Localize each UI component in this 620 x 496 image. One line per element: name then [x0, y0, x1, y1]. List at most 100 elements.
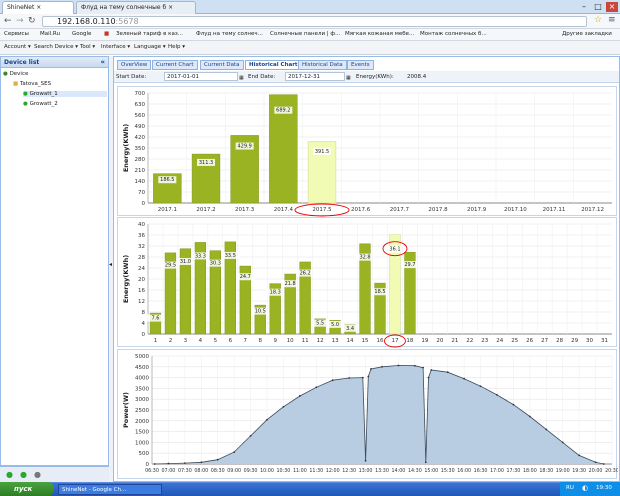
- x-tick-label: 12: [317, 338, 324, 344]
- x-tick-label: 20:30: [605, 468, 618, 474]
- x-tick-label: 24: [496, 338, 503, 344]
- bookmark-services[interactable]: Сервисы: [4, 31, 29, 37]
- data-label: 30.3: [210, 261, 221, 267]
- bookmark-montage[interactable]: Монтаж солнечных б...: [420, 31, 487, 37]
- start-button[interactable]: пуск: [0, 482, 54, 496]
- menu-help[interactable]: Help ▾: [168, 44, 185, 50]
- bookmark-furniture[interactable]: Мягкая кожаная мебе...: [345, 31, 414, 37]
- data-label: 33.5: [225, 253, 236, 259]
- power-point: [413, 364, 416, 367]
- bookmark-other[interactable]: Другие закладки: [562, 31, 612, 37]
- y-tick-label: 24: [138, 266, 145, 272]
- browser-tab-shinenet[interactable]: ShineNet ×: [2, 1, 74, 14]
- x-tick-label: 8: [259, 338, 263, 344]
- x-tick-label: 2017.5: [312, 207, 332, 213]
- x-tick-label: 13:30: [375, 468, 389, 474]
- inverter-online-icon: ●: [23, 101, 28, 107]
- y-tick-label: 3500: [135, 386, 149, 392]
- x-tick-label: 6: [229, 338, 233, 344]
- data-label: 24.7: [240, 274, 251, 280]
- data-label: 36.1: [389, 247, 400, 253]
- menu-icon[interactable]: ≡: [608, 15, 616, 25]
- tab-overview[interactable]: OverView: [117, 60, 152, 70]
- data-label: 5.0: [331, 322, 339, 328]
- x-tick-label: 07:30: [178, 468, 192, 474]
- browser-tab-bar: ShineNet × Флуд на тему солнечные б × – …: [0, 0, 620, 14]
- x-tick-label: 2017.11: [543, 207, 566, 213]
- power-point: [167, 462, 170, 465]
- splitter-arrow-icon[interactable]: ◂: [109, 261, 112, 268]
- tab-current-data[interactable]: Current Data: [200, 60, 244, 70]
- bookmark-tariff[interactable]: Зеленый тариф в каз...: [116, 31, 183, 37]
- url-input[interactable]: 192.168.0.110:5678: [42, 16, 587, 27]
- tree-node-growatt-2[interactable]: ● Growatt_2: [23, 101, 58, 107]
- x-tick-label: 13:00: [359, 468, 373, 474]
- taskbar-chrome-button[interactable]: ShineNet - Google Ch...: [58, 484, 162, 495]
- x-tick-label: 17:00: [490, 468, 504, 474]
- bookmark-mail-icon[interactable]: ■: [104, 31, 109, 37]
- x-tick-label: 30: [586, 338, 593, 344]
- browser-tab-forum[interactable]: Флуд на тему солнечные б ×: [76, 1, 196, 14]
- tab-current-chart[interactable]: Current Chart: [152, 60, 198, 70]
- y-tick-label: 20: [138, 277, 145, 283]
- start-date-input[interactable]: 2017-01-01: [164, 72, 238, 81]
- x-tick-label: 2017.10: [504, 207, 527, 213]
- tree-node-tatova[interactable]: ■ Tatova_SES: [13, 81, 51, 87]
- power-point: [578, 454, 581, 457]
- tree-node-growatt-1[interactable]: ● Growatt_1: [23, 91, 107, 97]
- tree-node-label: Device: [9, 71, 29, 77]
- x-tick-label: 2: [169, 338, 173, 344]
- browser-tab-label: Флуд на тему солнечные б: [81, 4, 167, 11]
- collapse-icon[interactable]: «: [100, 58, 105, 66]
- bookmark-mailru[interactable]: Mail.Ru: [40, 31, 60, 37]
- status-settings-icon[interactable]: ●: [34, 470, 41, 479]
- power-point: [427, 376, 430, 379]
- status-online-icon[interactable]: ●: [6, 470, 13, 479]
- end-date-input[interactable]: 2017-12-31: [285, 72, 345, 81]
- forward-icon[interactable]: →: [16, 16, 24, 26]
- status-refresh-icon[interactable]: ●: [20, 470, 27, 479]
- x-tick-label: 2017.9: [467, 207, 487, 213]
- device-list-title: Device list: [4, 59, 40, 66]
- x-tick-label: 13: [332, 338, 339, 344]
- menu-language[interactable]: Language ▾: [134, 44, 166, 50]
- data-label: 429.9: [238, 144, 252, 150]
- close-icon[interactable]: ×: [606, 2, 618, 12]
- tray-language[interactable]: RU: [566, 485, 574, 491]
- x-tick-label: 3: [184, 338, 188, 344]
- menu-tool[interactable]: Tool ▾: [80, 44, 95, 50]
- tab-events[interactable]: Events: [347, 60, 374, 70]
- data-label: 5.5: [316, 321, 324, 327]
- minimize-icon[interactable]: –: [578, 2, 590, 12]
- x-tick-label: 27: [541, 338, 548, 344]
- monthly-energy-chart-svg: 0 70 140 210 280 350 420 490 560 630 700 Energy(KWh…: [122, 91, 612, 217]
- x-tick-label: 20: [436, 338, 443, 344]
- tray-volume-icon[interactable]: ◐: [582, 484, 588, 492]
- power-point: [496, 393, 498, 396]
- tab-historical-chart[interactable]: Historical Chart: [245, 60, 302, 70]
- x-tick-label: 19:30: [572, 468, 586, 474]
- bookmark-google[interactable]: Google: [72, 31, 91, 37]
- menu-search-device[interactable]: Search Device ▾: [34, 44, 78, 50]
- tree-node-device[interactable]: ● Device: [3, 71, 28, 77]
- y-tick-label: 0: [142, 332, 146, 338]
- reload-icon[interactable]: ↻: [28, 16, 36, 26]
- y-tick-label: 28: [138, 255, 145, 261]
- x-tick-label: 23: [481, 338, 488, 344]
- start-date-label: Start Date:: [116, 74, 147, 80]
- back-icon[interactable]: ←: [4, 16, 12, 26]
- bookmark-solar[interactable]: Солнечные панели | ф...: [270, 31, 340, 37]
- bookmark-flood[interactable]: Флуд на тему солнеч...: [196, 31, 263, 37]
- tab-historical-data[interactable]: Historical Data: [298, 60, 347, 70]
- start-date-calendar-icon[interactable]: ▦: [239, 75, 244, 81]
- menu-account[interactable]: Account ▾: [4, 44, 31, 50]
- star-icon[interactable]: ☆: [594, 15, 602, 25]
- power-point: [422, 366, 424, 369]
- maximize-icon[interactable]: □: [592, 2, 604, 12]
- x-tick-label: 08:30: [211, 468, 225, 474]
- app-menu-bar: Account ▾ Search Device ▾ Tool ▾ Interfa…: [0, 41, 620, 55]
- power-point: [370, 368, 372, 370]
- x-tick-label: 2017.2: [196, 207, 215, 213]
- menu-interface[interactable]: Interface ▾: [101, 44, 130, 50]
- end-date-calendar-icon[interactable]: ▦: [346, 75, 351, 81]
